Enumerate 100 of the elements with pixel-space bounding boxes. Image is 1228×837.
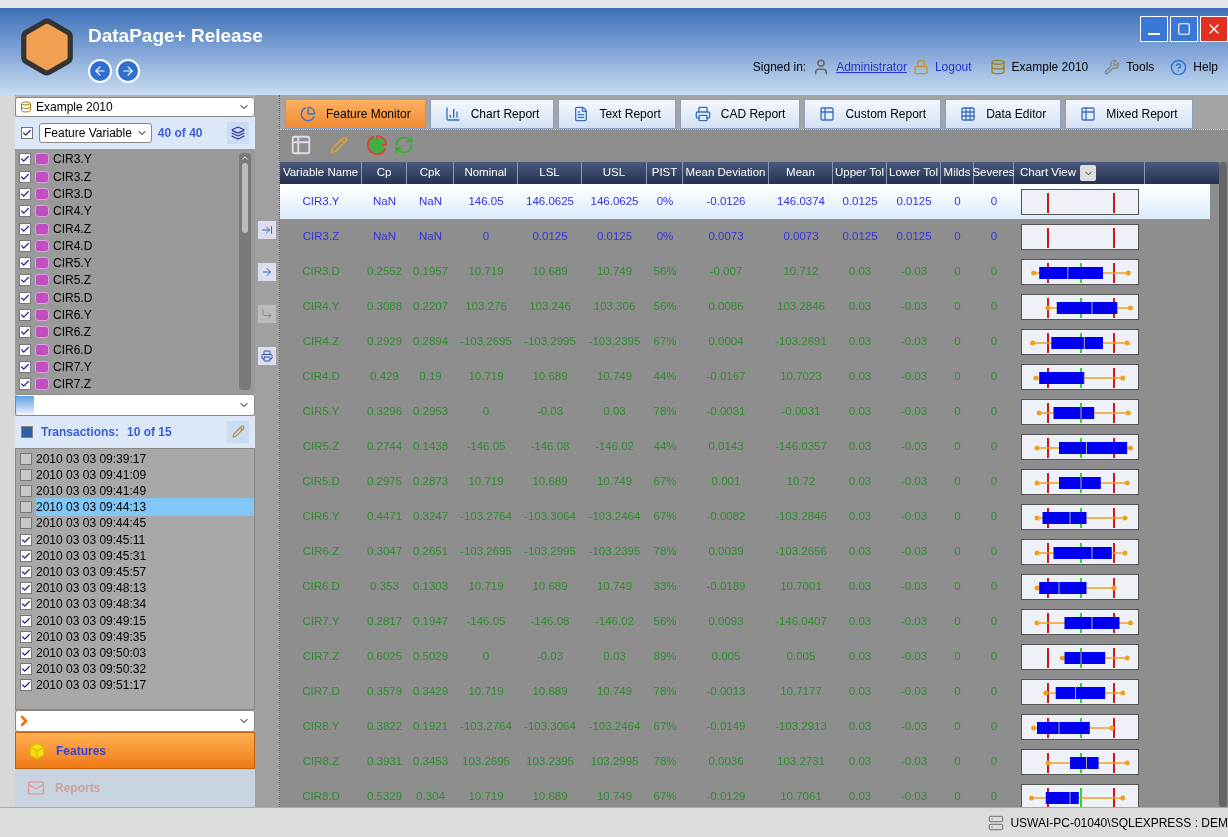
checkbox[interactable] bbox=[20, 517, 32, 530]
feature-item[interactable]: CIR3.Y bbox=[19, 150, 239, 168]
checkbox[interactable] bbox=[19, 205, 31, 218]
report-tab[interactable]: Custom Report bbox=[804, 99, 942, 129]
table-cell-text: 10.749 bbox=[595, 683, 634, 699]
transaction-item[interactable]: 2010 03 03 09:39:17 bbox=[36, 449, 254, 468]
print-button[interactable] bbox=[258, 347, 276, 365]
feature-item[interactable]: CIR4.Z bbox=[19, 219, 239, 238]
checkbox[interactable] bbox=[20, 679, 32, 692]
table-row[interactable]: CIR3.Y NaN NaN 146.05 146.0625 146.0625 0% -0.0126 146.0374 0.0125 0.0125 0 0 bbox=[280, 184, 1210, 219]
transaction-item[interactable]: 2010 03 03 09:41:09 bbox=[36, 465, 254, 484]
checkbox[interactable] bbox=[19, 309, 31, 321]
help-button[interactable]: Help bbox=[1193, 58, 1218, 76]
checkbox[interactable] bbox=[19, 257, 31, 270]
table-cell-text: 0.2552 bbox=[365, 263, 404, 279]
checkbox[interactable] bbox=[20, 501, 32, 514]
transaction-item[interactable]: 2010 03 03 09:41:49 bbox=[36, 482, 254, 501]
scroll-thumb[interactable] bbox=[242, 162, 248, 233]
dropdown-field[interactable] bbox=[15, 709, 255, 732]
checkbox[interactable] bbox=[19, 239, 31, 252]
checkbox[interactable] bbox=[19, 222, 31, 235]
forward-button[interactable] bbox=[116, 58, 140, 83]
checkbox[interactable] bbox=[20, 566, 32, 578]
transaction-item[interactable]: 2010 03 03 09:45:11 bbox=[36, 530, 254, 549]
checkbox[interactable] bbox=[20, 485, 32, 498]
feature-type-select[interactable]: Feature Variable bbox=[39, 122, 152, 143]
checkbox[interactable] bbox=[20, 468, 32, 481]
table-cell-text: -0.03 bbox=[899, 788, 929, 804]
report-tab[interactable]: Feature Monitor bbox=[285, 99, 426, 129]
transaction-item[interactable]: 2010 03 03 09:44:45 bbox=[36, 514, 254, 533]
tools-button[interactable]: Tools bbox=[1126, 58, 1155, 76]
back-button[interactable] bbox=[88, 58, 112, 83]
checkbox[interactable] bbox=[20, 614, 32, 627]
transaction-item[interactable]: 2010 03 03 09:49:35 bbox=[36, 627, 254, 646]
feature-item[interactable]: CIR4.D bbox=[19, 237, 239, 255]
feature-item[interactable]: CIR6.D bbox=[19, 340, 239, 359]
report-tab[interactable]: Mixed Report bbox=[1065, 99, 1193, 129]
feature-label: CIR6.D bbox=[53, 341, 93, 359]
feature-item[interactable]: CIR3.Z bbox=[19, 167, 239, 186]
feature-item[interactable]: CIR6.Z bbox=[19, 323, 239, 341]
table-cell-text: 0 bbox=[953, 683, 962, 699]
close-button[interactable] bbox=[1200, 16, 1228, 42]
feature-item[interactable]: CIR5.Y bbox=[19, 254, 239, 272]
checkbox[interactable] bbox=[19, 170, 31, 183]
checkbox[interactable] bbox=[19, 360, 31, 373]
checkbox[interactable] bbox=[20, 452, 32, 465]
dropdown-field[interactable] bbox=[15, 394, 255, 416]
transaction-item[interactable]: 2010 03 03 09:48:34 bbox=[36, 595, 254, 614]
checkbox[interactable] bbox=[20, 646, 32, 659]
checkbox[interactable] bbox=[20, 630, 32, 643]
table-cell-text: -103.2995 bbox=[523, 543, 577, 559]
table-cell-text: 0.1438 bbox=[411, 438, 450, 454]
checkbox[interactable] bbox=[19, 291, 31, 304]
scrollbar[interactable] bbox=[239, 152, 251, 391]
checkbox[interactable] bbox=[19, 378, 31, 391]
table-cell-text: 0 bbox=[953, 613, 962, 629]
maximize-button[interactable] bbox=[1170, 16, 1198, 42]
report-tab[interactable]: CAD Report bbox=[679, 99, 801, 129]
report-tab[interactable]: Text Report bbox=[558, 99, 676, 129]
checkbox[interactable] bbox=[19, 343, 31, 356]
scrollbar[interactable] bbox=[1219, 162, 1227, 807]
transaction-item[interactable]: 2010 03 03 09:49:15 bbox=[36, 611, 254, 630]
minimize-button[interactable] bbox=[1140, 16, 1168, 42]
filter-button[interactable] bbox=[227, 121, 249, 144]
transaction-item[interactable]: 2010 03 03 09:50:32 bbox=[36, 660, 254, 679]
feature-item[interactable]: CIR5.D bbox=[19, 289, 239, 307]
transaction-item[interactable]: 2010 03 03 09:45:31 bbox=[36, 546, 254, 565]
checkbox[interactable] bbox=[19, 274, 31, 287]
select-all-checkbox[interactable] bbox=[21, 425, 33, 438]
feature-item[interactable]: CIR7.Z bbox=[19, 375, 239, 393]
checkbox[interactable] bbox=[20, 533, 32, 546]
user-link[interactable]: Administrator bbox=[836, 58, 907, 76]
checkbox[interactable] bbox=[19, 153, 31, 166]
checkbox[interactable] bbox=[21, 126, 33, 139]
checkbox[interactable] bbox=[20, 582, 32, 595]
transaction-item[interactable]: 2010 03 03 09:51:17 bbox=[36, 676, 254, 695]
checkbox[interactable] bbox=[19, 187, 31, 200]
report-tab[interactable]: Data Editor bbox=[945, 99, 1062, 129]
report-tab[interactable]: Chart Report bbox=[429, 99, 555, 129]
table-cell-text: 0.03 bbox=[847, 788, 873, 804]
feature-item[interactable]: CIR7.Y bbox=[19, 358, 239, 376]
transaction-item[interactable]: 2010 03 03 09:50:03 bbox=[36, 643, 254, 662]
feature-item[interactable]: CIR4.Y bbox=[19, 202, 239, 220]
move-right-button[interactable] bbox=[258, 221, 276, 239]
edit-button[interactable] bbox=[227, 420, 249, 443]
feature-icon bbox=[35, 187, 49, 200]
feature-item[interactable]: CIR5.Z bbox=[19, 271, 239, 290]
checkbox[interactable] bbox=[19, 326, 31, 339]
logout-link[interactable]: Logout bbox=[934, 58, 972, 76]
feature-item[interactable]: CIR3.D bbox=[19, 185, 239, 203]
checkbox[interactable] bbox=[20, 663, 32, 676]
feature-item[interactable]: CIR6.Y bbox=[19, 306, 239, 324]
checkbox[interactable] bbox=[20, 549, 32, 562]
transaction-item[interactable]: 2010 03 03 09:48:13 bbox=[36, 579, 254, 598]
database-button[interactable]: Example 2010 bbox=[1011, 58, 1089, 76]
transaction-item[interactable]: 2010 03 03 09:44:13 bbox=[36, 498, 254, 517]
checkbox[interactable] bbox=[20, 598, 32, 611]
transaction-item[interactable]: 2010 03 03 09:45:57 bbox=[36, 563, 254, 581]
database-select[interactable]: Example 2010 bbox=[15, 97, 255, 117]
dropdown-icon[interactable] bbox=[1080, 165, 1097, 181]
